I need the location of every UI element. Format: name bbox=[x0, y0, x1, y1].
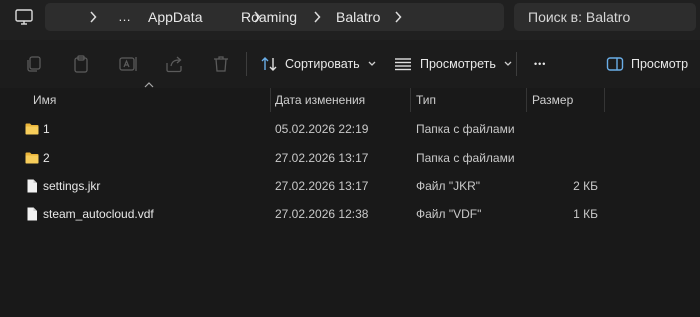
column-type[interactable]: Тип bbox=[416, 88, 436, 112]
preview-pane-button[interactable]: Просмотр bbox=[606, 51, 688, 77]
delete-icon[interactable] bbox=[211, 54, 231, 74]
sort-label: Сортировать bbox=[285, 57, 360, 71]
file-date: 27.02.2026 13:17 bbox=[275, 179, 369, 193]
toolbar-divider bbox=[246, 52, 247, 76]
column-header: Имя Дата изменения Тип Размер bbox=[0, 82, 700, 112]
breadcrumb-balatro[interactable]: Balatro bbox=[336, 3, 380, 31]
file-size: 2 КБ bbox=[573, 179, 598, 193]
column-divider[interactable] bbox=[526, 88, 527, 112]
view-label: Просмотреть bbox=[420, 57, 496, 71]
view-list-icon bbox=[394, 57, 412, 71]
column-divider[interactable] bbox=[410, 88, 411, 112]
file-type: Папка с файлами bbox=[416, 151, 515, 165]
column-divider[interactable] bbox=[270, 88, 271, 112]
command-bar: Сортировать Просмотреть ••• Просмотр bbox=[0, 40, 700, 88]
sort-icon bbox=[260, 56, 278, 72]
sort-button[interactable]: Сортировать bbox=[260, 51, 376, 77]
file-size: 1 КБ bbox=[573, 207, 598, 221]
paste-icon[interactable] bbox=[71, 54, 91, 74]
rename-icon[interactable] bbox=[118, 54, 138, 74]
chevron-right-icon[interactable] bbox=[392, 3, 404, 31]
file-date: 05.02.2026 22:19 bbox=[275, 122, 369, 136]
file-row[interactable]: 1 05.02.2026 22:19 Папка с файлами bbox=[0, 115, 700, 143]
share-icon[interactable] bbox=[164, 54, 184, 74]
address-bar: … AppData Roaming Balatro Поиск в: Balat… bbox=[0, 0, 700, 40]
address-path[interactable]: … AppData Roaming Balatro bbox=[45, 3, 504, 31]
breadcrumb-appdata[interactable]: AppData bbox=[148, 3, 202, 31]
column-name[interactable]: Имя bbox=[33, 88, 56, 112]
chevron-right-icon[interactable] bbox=[87, 3, 99, 31]
more-options-button[interactable]: ••• bbox=[534, 51, 546, 77]
sort-ascending-icon bbox=[144, 82, 154, 88]
view-button[interactable]: Просмотреть bbox=[394, 51, 512, 77]
file-row[interactable]: 2 27.02.2026 13:17 Папка с файлами bbox=[0, 144, 700, 172]
file-row[interactable]: steam_autocloud.vdf 27.02.2026 12:38 Фай… bbox=[0, 200, 700, 228]
file-name: 2 bbox=[43, 151, 50, 165]
file-name: 1 bbox=[43, 122, 50, 136]
preview-pane-icon bbox=[606, 56, 624, 72]
breadcrumb-roaming[interactable]: Roaming bbox=[241, 3, 297, 31]
preview-label: Просмотр bbox=[631, 57, 689, 71]
folder-icon bbox=[25, 122, 39, 136]
file-date: 27.02.2026 13:17 bbox=[275, 151, 369, 165]
this-pc-icon[interactable] bbox=[12, 5, 36, 29]
folder-icon bbox=[25, 151, 39, 165]
file-icon bbox=[25, 207, 39, 221]
search-input[interactable]: Поиск в: Balatro bbox=[514, 3, 696, 31]
chevron-down-icon bbox=[368, 61, 376, 67]
file-name: settings.jkr bbox=[43, 179, 101, 193]
file-icon bbox=[25, 179, 39, 193]
toolbar-divider bbox=[516, 52, 517, 76]
column-date[interactable]: Дата изменения bbox=[275, 88, 365, 112]
file-date: 27.02.2026 12:38 bbox=[275, 207, 369, 221]
search-placeholder: Поиск в: Balatro bbox=[528, 9, 631, 25]
column-size[interactable]: Размер bbox=[532, 88, 573, 112]
file-type: Папка с файлами bbox=[416, 122, 515, 136]
breadcrumb-overflow[interactable]: … bbox=[118, 3, 132, 31]
column-divider[interactable] bbox=[604, 88, 605, 112]
file-row[interactable]: settings.jkr 27.02.2026 13:17 Файл "JKR"… bbox=[0, 172, 700, 200]
file-type: Файл "JKR" bbox=[416, 179, 481, 193]
chevron-right-icon[interactable] bbox=[311, 3, 323, 31]
file-name: steam_autocloud.vdf bbox=[43, 207, 154, 221]
file-type: Файл "VDF" bbox=[416, 207, 482, 221]
chevron-down-icon bbox=[504, 61, 512, 67]
copy-icon[interactable] bbox=[24, 54, 44, 74]
